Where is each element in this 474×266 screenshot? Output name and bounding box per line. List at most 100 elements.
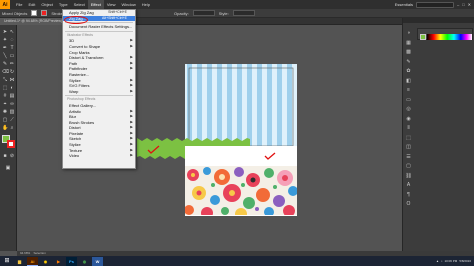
fill-stroke-widget[interactable] (2, 135, 15, 149)
maximize-icon[interactable]: □ (462, 2, 464, 7)
swatches-icon[interactable]: ▩ (405, 49, 412, 55)
style-field[interactable] (232, 10, 255, 16)
blend-tool-icon[interactable]: ∞ (9, 101, 15, 107)
gradient-tool-icon[interactable]: ▤ (9, 93, 15, 99)
taskbar-photoshop[interactable]: Ps (66, 256, 77, 266)
type-tool-icon[interactable]: T (9, 45, 15, 51)
paintbrush-tool-icon[interactable]: ✎ (2, 61, 8, 67)
network-icon[interactable]: ▲ (436, 259, 439, 263)
eyedropper-tool-icon[interactable]: ⌖ (2, 101, 8, 107)
slice-tool-icon[interactable]: ⟋ (9, 117, 15, 123)
hand-tool-icon[interactable]: ✋ (2, 125, 8, 131)
transparency-icon[interactable]: ◎ (405, 106, 412, 112)
eraser-tool-icon[interactable]: ⌫ (2, 69, 9, 75)
windows-start-icon[interactable]: ⊞ (2, 256, 12, 266)
menu-item-ps-video[interactable]: Video ▶ (63, 153, 135, 159)
fill-swatch[interactable] (31, 10, 38, 16)
clock-date[interactable]: 5/8/2016 (459, 259, 471, 263)
current-tool-status: Selection (33, 251, 46, 255)
pathfinder-icon[interactable]: ◫ (405, 144, 412, 150)
free-transform-tool-icon[interactable]: ⬚ (2, 85, 8, 91)
scale-tool-icon[interactable]: ⤡ (2, 77, 8, 83)
chrome-icon[interactable]: ◍ (79, 257, 90, 266)
pen-tool-icon[interactable]: ✒ (2, 45, 8, 51)
brushes-icon[interactable]: ✎ (405, 59, 412, 65)
taskbar-illustrator[interactable]: Ai (27, 256, 38, 266)
artboard-tool-icon[interactable]: ▢ (2, 117, 8, 123)
selection-tool-icon[interactable]: ➤ (2, 29, 8, 35)
shape-builder-tool-icon[interactable]: ◐ (9, 85, 15, 91)
none-mode-icon[interactable]: ⊘ (9, 153, 15, 159)
flower (243, 197, 255, 209)
appearance-icon[interactable]: ◉ (405, 116, 412, 122)
tools-panel: ➤ ↖ ✦ ◌ ✒ T ╲ ▭ ✎ ✏ ⌫ ↻ ⤡ ⋈ ⬚ ◐ # ▤ ⌖ ∞ … (0, 25, 17, 251)
menu-view[interactable]: View (104, 0, 119, 9)
line-tool-icon[interactable]: ╲ (2, 53, 8, 59)
striped-panel[interactable] (185, 64, 297, 146)
opentype-icon[interactable]: O (405, 201, 412, 207)
color-panel[interactable] (417, 28, 473, 40)
menu-item-label: Warp (69, 88, 79, 94)
character-icon[interactable]: A (405, 182, 412, 188)
gradient-icon[interactable]: ▭ (405, 97, 412, 103)
flower (234, 167, 244, 177)
help-search-input[interactable] (415, 1, 454, 8)
menu-help[interactable]: Help (139, 0, 153, 9)
graph-tool-icon[interactable]: ▥ (9, 109, 15, 115)
workspace-switcher[interactable]: Essentials (395, 2, 413, 7)
color-panel-swatch[interactable] (420, 34, 426, 40)
stroke-swatch[interactable] (41, 10, 48, 16)
menu-select[interactable]: Select (71, 0, 88, 9)
menu-edit[interactable]: Edit (25, 0, 38, 9)
color-panel-icon[interactable]: ◑ (405, 30, 412, 36)
submenu-arrow-icon: ▶ (130, 153, 133, 158)
clock-time[interactable]: 10:06 PM (444, 259, 457, 263)
close-icon[interactable]: ✕ (468, 2, 471, 7)
layers-icon[interactable]: ☰ (405, 154, 412, 160)
flower (235, 208, 247, 215)
graphic-styles-icon[interactable]: ◧ (405, 78, 412, 84)
zoom-tool-icon[interactable]: ⌕ (9, 125, 15, 131)
screen-mode-icon[interactable]: ▣ (5, 165, 11, 171)
rectangle-tool-icon[interactable]: ▭ (9, 53, 15, 59)
floral-panel[interactable] (184, 166, 298, 220)
stroke-icon[interactable]: ≡ (405, 87, 412, 93)
menu-file[interactable]: File (13, 0, 25, 9)
document-tab[interactable]: Untitled-1* @ 94.68% (RGB/Preview) (0, 18, 67, 25)
transform-icon[interactable]: ⬚ (405, 135, 412, 141)
volume-icon[interactable]: ♪ (441, 259, 443, 263)
magic-wand-tool-icon[interactable]: ✦ (2, 37, 8, 43)
leaf (255, 207, 259, 211)
artboards-icon[interactable]: ▢ (405, 163, 412, 169)
width-tool-icon[interactable]: ⋈ (9, 77, 15, 83)
stroke-color-swatch[interactable] (7, 140, 15, 148)
effect-menu: Apply Zig Zag Shift+Ctrl+E Zig Zag... Al… (62, 9, 136, 169)
media-icon[interactable]: ▶ (53, 257, 64, 266)
rotate-tool-icon[interactable]: ↻ (9, 69, 15, 75)
menu-window[interactable]: Window (118, 0, 138, 9)
pencil-tool-icon[interactable]: ✏ (9, 61, 15, 67)
color-guide-icon[interactable]: ▦ (405, 40, 412, 46)
taskbar-word[interactable]: W (92, 256, 103, 266)
browser-icon[interactable]: ◉ (40, 257, 51, 266)
symbols-icon[interactable]: ✿ (405, 68, 412, 74)
menu-item-label: Pixelate (69, 130, 84, 136)
paragraph-icon[interactable]: ¶ (405, 192, 412, 198)
direct-selection-tool-icon[interactable]: ↖ (9, 29, 15, 35)
menu-item-document-raster-settings[interactable]: Document Raster Effects Settings... (63, 24, 135, 30)
zoom-level[interactable]: 94.68% (20, 251, 30, 255)
opacity-field[interactable] (192, 10, 215, 16)
lasso-tool-icon[interactable]: ◌ (9, 37, 15, 43)
links-icon[interactable]: ⛓ (405, 173, 412, 179)
menu-item-ai-warp[interactable]: Warp ▶ (63, 89, 135, 95)
menu-object[interactable]: Object (38, 0, 56, 9)
align-icon[interactable]: ⫴ (405, 125, 412, 131)
color-mode-icon[interactable]: ■ (2, 153, 8, 159)
color-spectrum[interactable] (427, 34, 472, 40)
mesh-tool-icon[interactable]: # (2, 93, 8, 99)
file-explorer-icon[interactable]: ▆ (14, 257, 25, 266)
symbol-sprayer-tool-icon[interactable]: ✺ (2, 109, 8, 115)
menu-effect[interactable]: Effect (87, 0, 104, 9)
menu-type[interactable]: Type (56, 0, 71, 9)
minimize-icon[interactable]: – (457, 2, 459, 7)
